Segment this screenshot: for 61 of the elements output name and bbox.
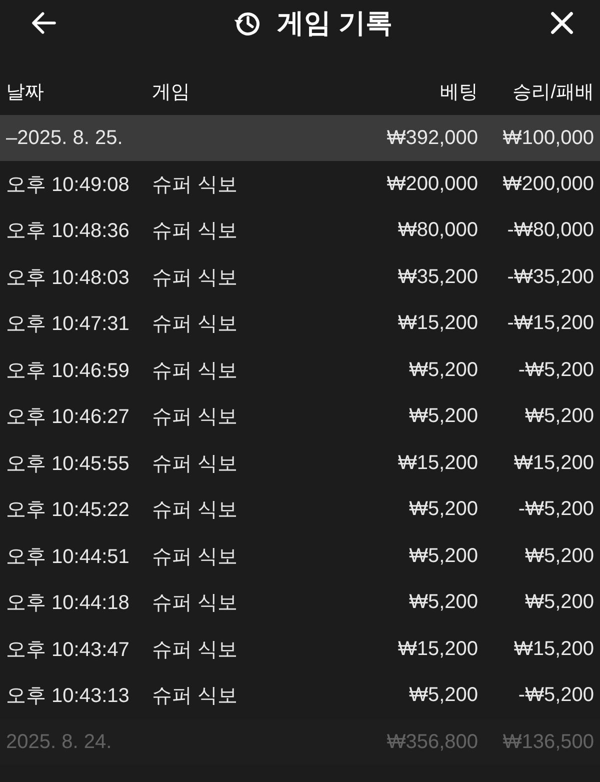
bet-cell-text: ₩35,200 xyxy=(396,266,478,289)
page-title: 게임 기록 xyxy=(277,7,393,40)
result-cell-text: ₩5,200 xyxy=(524,405,594,428)
bet-cell-text: ₩5,200 xyxy=(408,684,478,708)
result-cell-text: -₩5,200 xyxy=(517,684,594,708)
game-cell-text: 슈퍼 식보 xyxy=(152,172,239,198)
date-label: 2025. 8. 24. xyxy=(6,730,113,754)
game-cell-text: 슈퍼 식보 xyxy=(152,452,239,477)
time-cell-text: 오후 10:45:22 xyxy=(6,498,130,524)
result-cell-text: ₩5,200 xyxy=(524,544,594,568)
game-cell-text: 슈퍼 식보 xyxy=(152,266,239,291)
date-group-row[interactable]: –2025. 8. 25. ₩392,000 ₩100,000 xyxy=(0,115,600,161)
result-cell-text: -₩5,200 xyxy=(517,498,594,522)
time-cell-text: 오후 10:48:36 xyxy=(6,219,130,244)
game-cell-text: 슈퍼 식보 xyxy=(152,684,239,710)
date-label: –2025. 8. 25. xyxy=(6,126,124,150)
back-arrow-icon xyxy=(30,9,58,37)
bet-cell-text: ₩200,000 xyxy=(386,172,478,196)
time-cell-text: 오후 10:46:27 xyxy=(6,405,130,430)
result-total: ₩136,500 xyxy=(502,730,594,754)
result-cell-text: -₩80,000 xyxy=(506,219,594,242)
game-cell-text: 슈퍼 식보 xyxy=(152,591,239,616)
column-header: 베팅 xyxy=(439,81,478,105)
bet-cell-text: ₩5,200 xyxy=(408,544,478,568)
result-total: ₩100,000 xyxy=(502,126,594,150)
result-cell-text: ₩200,000 xyxy=(502,172,594,196)
result-cell-text: ₩5,200 xyxy=(524,591,594,614)
game-cell-text: 슈퍼 식보 xyxy=(152,312,239,338)
time-cell-text: 오후 10:49:08 xyxy=(6,172,130,198)
bet-cell-text: ₩5,200 xyxy=(408,498,478,522)
game-cell-text: 슈퍼 식보 xyxy=(152,638,239,663)
result-cell-text: ₩15,200 xyxy=(512,638,594,661)
bet-total: ₩356,800 xyxy=(386,730,478,754)
result-cell-text: -₩5,200 xyxy=(517,358,594,382)
bet-cell-text: ₩5,200 xyxy=(408,591,478,614)
time-cell-text: 오후 10:45:55 xyxy=(6,452,130,477)
bet-cell-text: ₩5,200 xyxy=(408,358,478,382)
game-cell-text: 슈퍼 식보 xyxy=(152,358,239,384)
bet-cell-text: ₩15,200 xyxy=(396,312,478,336)
result-cell-text: -₩15,200 xyxy=(506,312,594,336)
time-cell-text: 오후 10:43:13 xyxy=(6,684,130,710)
game-cell-text: 슈퍼 식보 xyxy=(152,405,239,430)
column-header: 게임 xyxy=(152,81,191,105)
time-cell-text: 오후 10:44:51 xyxy=(6,544,130,570)
time-cell-text: 오후 10:43:47 xyxy=(6,638,130,663)
bet-cell-text: ₩5,200 xyxy=(408,405,478,428)
game-cell-text: 슈퍼 식보 xyxy=(152,498,239,524)
time-cell-text: 오후 10:44:18 xyxy=(6,591,130,616)
time-cell-text: 오후 10:46:59 xyxy=(6,358,130,384)
time-cell-text: 오후 10:48:03 xyxy=(6,266,130,291)
bet-cell-text: ₩15,200 xyxy=(396,452,478,475)
time-cell-text: 오후 10:47:31 xyxy=(6,312,130,338)
bet-cell-text: ₩15,200 xyxy=(396,638,478,661)
column-header: 승리/패배 xyxy=(512,81,594,105)
column-header: 날짜 xyxy=(6,81,45,105)
bet-total: ₩392,000 xyxy=(386,126,478,150)
game-cell-text: 슈퍼 식보 xyxy=(152,219,239,244)
game-cell-text: 슈퍼 식보 xyxy=(152,544,239,570)
result-cell-text: ₩15,200 xyxy=(512,452,594,475)
result-cell-text: -₩35,200 xyxy=(506,266,594,289)
bet-cell-text: ₩80,000 xyxy=(396,219,478,242)
